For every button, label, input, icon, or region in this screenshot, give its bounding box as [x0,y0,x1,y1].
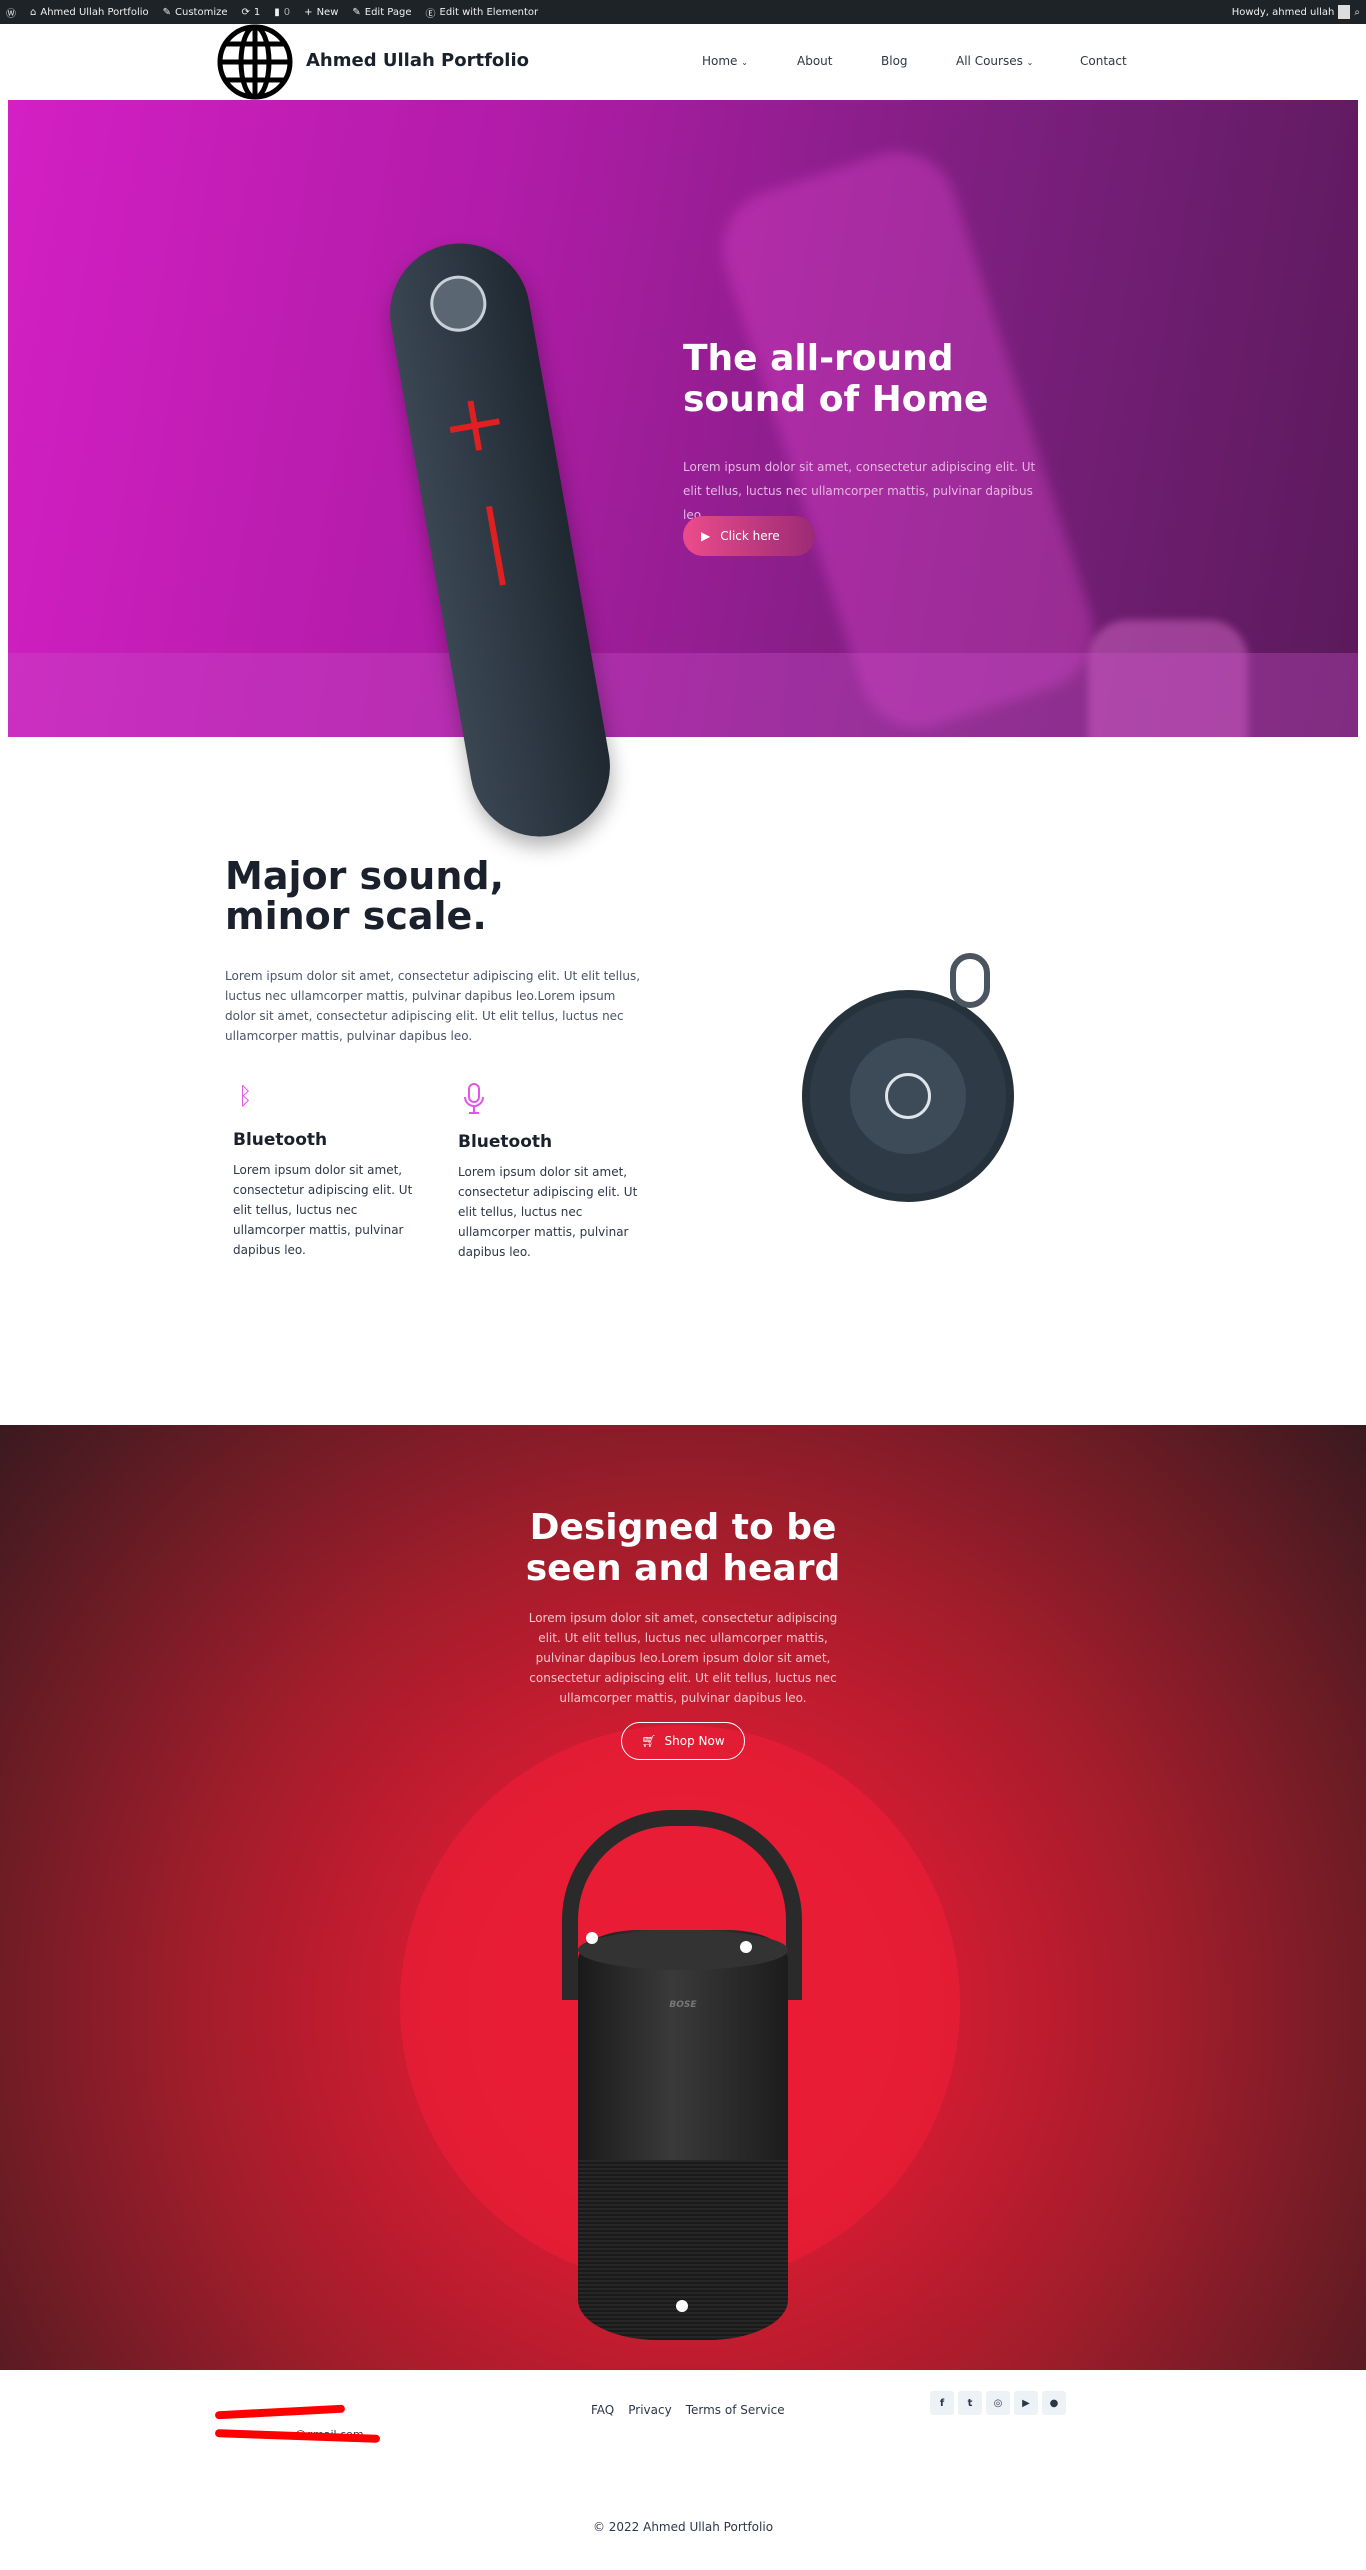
speaker-top [578,1930,788,1970]
admin-site-label: Ahmed Ullah Portfolio [40,6,149,18]
hero-bottom-band [8,653,1358,737]
hotspot-dot[interactable] [676,2300,688,2312]
promo-title-line1: Designed to be [529,1507,837,1548]
site-header: Ahmed Ullah Portfolio Home ⌄ About Blog … [0,24,1366,100]
power-button-icon [425,271,491,337]
feature-text: Lorem ipsum dolor sit amet, consectetur … [233,1163,413,1257]
click-here-button[interactable]: ▶ Click here [683,516,815,556]
nav-all-courses[interactable]: All Courses ⌄ [956,54,1033,68]
shop-now-label: Shop Now [664,1734,725,1748]
copyright: © 2022 Ahmed Ullah Portfolio [592,2520,774,2534]
youtube-icon[interactable]: ▶ [1014,2391,1038,2415]
social-links: f t ◎ ▶ ● [930,2391,1066,2415]
hero-section: The all-round sound of Home Lorem ipsum d… [8,100,1358,737]
hero-title-line2: sound of Home [683,379,989,420]
admin-bar: Ⓦ ⌂ Ahmed Ullah Portfolio ✎ Customize ⟳ … [0,0,1366,24]
about-title: Major sound, minor scale. [225,856,504,936]
chevron-down-icon: ⌄ [1026,58,1034,67]
wordpress-logo-icon[interactable]: Ⓦ [6,5,16,20]
redaction-mark [214,2404,346,2420]
avatar [1338,5,1351,19]
about-title-line2: minor scale. [225,894,487,938]
shop-now-button[interactable]: 🛒︎ Shop Now [621,1722,745,1760]
admin-site-link[interactable]: ⌂ Ahmed Ullah Portfolio [30,7,149,18]
customize-label: Customize [175,6,228,18]
admin-elementor-link[interactable]: Ⓔ Edit with Elementor [426,5,539,20]
elementor-label: Edit with Elementor [439,6,539,18]
globe-logo-icon[interactable] [216,24,294,100]
facebook-icon[interactable]: f [930,2391,954,2415]
new-label: New [316,6,339,18]
nav-contact[interactable]: Contact [1080,54,1127,68]
chevron-down-icon: ⌄ [741,58,748,67]
hotspot-dot[interactable] [740,1941,752,1953]
hero-title: The all-round sound of Home [683,338,988,420]
footer-link-terms[interactable]: Terms of Service [686,2403,785,2417]
footer-link-privacy[interactable]: Privacy [628,2403,671,2417]
admin-account-link[interactable]: Howdy, ahmed ullah ⌕ [1232,5,1360,19]
click-here-label: Click here [720,529,780,543]
speaker-strap [950,953,990,1008]
promo-title-line2: seen and heard [525,1548,841,1589]
nav-about[interactable]: About [797,54,832,68]
minus-volume-icon [486,505,506,586]
footer-link-faq[interactable]: FAQ [591,2403,614,2417]
nav-home-label: Home [702,54,738,68]
edit-page-label: Edit Page [364,6,412,18]
nav-blog[interactable]: Blog [881,54,908,68]
comments-count: 0 [283,6,291,18]
about-title-line1: Major sound, [225,854,505,898]
github-icon[interactable]: ● [1042,2391,1066,2415]
bose-logo: BOSE [669,2000,697,2010]
howdy-label: Howdy, ahmed ullah [1231,6,1335,18]
bluetooth-icon: ᛒ [238,1082,253,1110]
feature-title: Bluetooth [458,1132,553,1152]
nav-home[interactable]: Home ⌄ [702,54,748,68]
search-icon[interactable]: ⌕ [1354,7,1360,18]
cart-icon: 🛒︎ [641,1734,657,1748]
footer-contact: @gmail.com [214,2404,381,2443]
bose-speaker-image: BOSE [578,1930,788,2340]
admin-updates-link[interactable]: ⟳ 1 [242,7,261,18]
feature-bluetooth: ᛒ Bluetooth Lorem ipsum dolor sit amet, … [233,1082,433,1260]
round-speaker-image [802,953,1014,1202]
instagram-icon[interactable]: ◎ [986,2391,1010,2415]
twitter-icon[interactable]: t [958,2391,982,2415]
admin-new-link[interactable]: + New [304,7,338,18]
site-title[interactable]: Ahmed Ullah Portfolio [306,50,529,71]
feature-microphone: Bluetooth Lorem ipsum dolor sit amet, co… [458,1082,658,1262]
promo-text: Lorem ipsum dolor sit amet, consectetur … [528,1611,838,1705]
promo-title: Designed to be seen and heard [0,1507,1366,1589]
power-button-icon [885,1073,931,1119]
feature-text: Lorem ipsum dolor sit amet, consectetur … [458,1165,638,1259]
nav-courses-label: All Courses [956,54,1023,68]
hotspot-dot[interactable] [586,1932,598,1944]
admin-edit-page-link[interactable]: ✎ Edit Page [352,7,411,18]
microphone-icon [464,1083,484,1114]
play-icon: ▶ [701,529,711,543]
updates-count: 1 [253,6,261,18]
hero-title-line1: The all-round [683,338,954,379]
hero-background-image [707,136,1109,737]
feature-title: Bluetooth [233,1130,328,1150]
about-text: Lorem ipsum dolor sit amet, consectetur … [225,969,641,1043]
admin-comments-link[interactable]: ▮ 0 [274,7,290,18]
admin-customize-link[interactable]: ✎ Customize [163,7,228,18]
footer-links: FAQ Privacy Terms of Service [591,2403,785,2417]
speaker-grille [578,2160,788,2340]
